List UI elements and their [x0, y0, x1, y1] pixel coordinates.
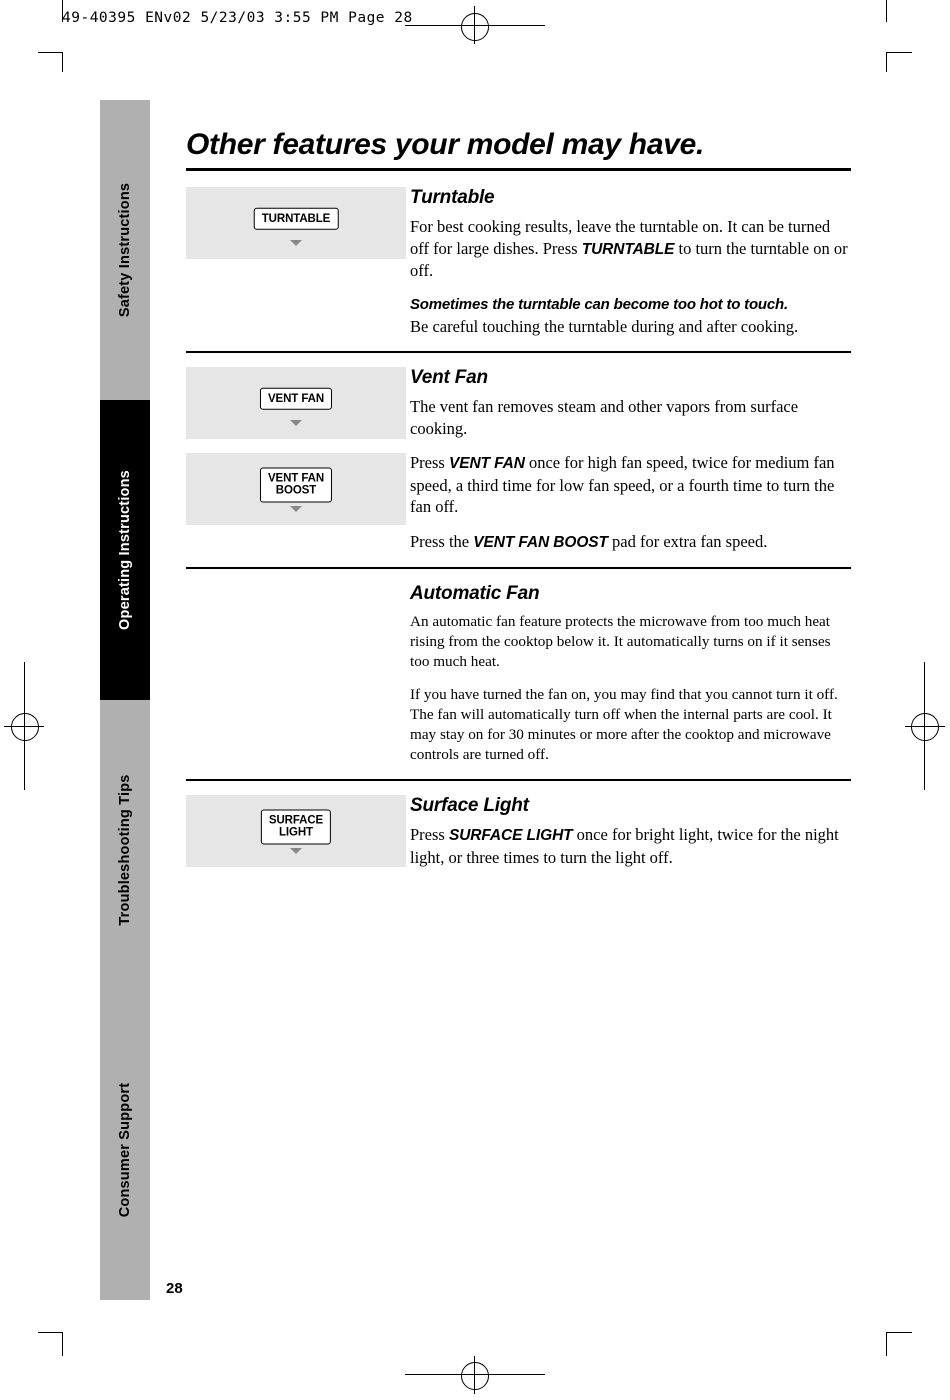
- section-vent-fan: VENT FAN VENT FAN BOOST Vent Fan The ven…: [186, 367, 851, 567]
- text-run: pad for extra fan speed.: [607, 531, 768, 551]
- crop-mark-left-vertical: [62, 52, 63, 72]
- print-header-text: 49-40395 ENv02 5/23/03 3:55 PM Page 28: [62, 10, 413, 26]
- section-divider: [186, 351, 851, 353]
- paragraph: If you have turned the fan on, you may f…: [410, 686, 838, 763]
- crop-mark-top-right-horizontal: [886, 52, 912, 53]
- registration-right-circle: [911, 713, 939, 741]
- crop-mark-top-left-horizontal: [38, 52, 62, 53]
- section-text: Surface Light Press SURFACE LIGHT once f…: [406, 795, 851, 868]
- pad-illustrations: TURNTABLE: [186, 187, 406, 273]
- sidebar-item-operating-instructions[interactable]: Operating Instructions: [100, 400, 150, 700]
- pad-key-label: SURFACE LIGHT: [260, 809, 332, 845]
- pad-reference: SURFACE LIGHT: [448, 827, 573, 844]
- paragraph: For best cooking results, leave the turn…: [410, 216, 851, 282]
- text-run: Press the: [410, 531, 474, 551]
- main-content: Other features your model may have. TURN…: [186, 128, 851, 895]
- pad-reference: VENT FAN: [448, 455, 525, 472]
- registration-bottom-circle: [461, 1362, 489, 1390]
- paragraph: Press the VENT FAN BOOST pad for extra f…: [410, 531, 851, 554]
- pad-reference: TURNTABLE: [581, 240, 675, 258]
- crop-mark-bottom-right-horizontal: [886, 1332, 912, 1333]
- section-heading-turntable: Turntable: [410, 187, 495, 208]
- crop-mark-bottom-left-vertical: [62, 1332, 63, 1356]
- pad-illustrations: VENT FAN VENT FAN BOOST: [186, 367, 406, 539]
- pointer-arrow-icon: [290, 506, 302, 512]
- sidebar-item-label: Troubleshooting Tips: [117, 774, 133, 926]
- pad-illustration-turntable: TURNTABLE: [186, 187, 406, 259]
- paragraph: An automatic fan feature protects the mi…: [410, 613, 831, 670]
- section-heading-automatic-fan: Automatic Fan: [410, 583, 540, 604]
- sidebar-item-label: Operating Instructions: [117, 470, 133, 630]
- section-turntable: TURNTABLE Turntable For best cooking res…: [186, 187, 851, 351]
- callout-warning: Sometimes the turntable can become too h…: [410, 295, 788, 313]
- registration-left-circle: [11, 713, 39, 741]
- pad-illustration-vent-fan-boost: VENT FAN BOOST: [186, 453, 406, 525]
- section-text: Turntable For best cooking results, leav…: [406, 187, 851, 337]
- registration-top-circle: [461, 13, 489, 41]
- crop-mark-right-vertical: [886, 52, 887, 72]
- pointer-arrow-icon: [290, 240, 302, 246]
- paragraph: The vent fan removes steam and other vap…: [410, 397, 799, 438]
- pad-key-label: VENT FAN BOOST: [259, 467, 333, 503]
- crop-mark-top-right-vertical: [886, 0, 887, 22]
- pad-illustration-vent-fan: VENT FAN: [186, 367, 406, 439]
- pointer-arrow-icon: [290, 420, 302, 426]
- section-surface-light: SURFACE LIGHT Surface Light Press SURFAC…: [186, 795, 851, 895]
- pad-illustration-surface-light: SURFACE LIGHT: [186, 795, 406, 867]
- sidebar-item-label: Safety Instructions: [117, 182, 133, 318]
- page-title: Other features your model may have.: [186, 128, 705, 161]
- pad-illustrations: SURFACE LIGHT: [186, 795, 406, 881]
- section-text: Automatic Fan An automatic fan feature p…: [406, 583, 851, 765]
- paragraph: Be careful touching the turntable during…: [410, 316, 799, 336]
- pointer-arrow-icon: [290, 848, 302, 854]
- sidebar-item-consumer-support[interactable]: Consumer Support: [100, 1000, 150, 1300]
- pad-key-label: TURNTABLE: [253, 207, 339, 230]
- paragraph: Press VENT FAN once for high fan speed, …: [410, 452, 851, 518]
- crop-mark-bottom-right-vertical: [886, 1332, 887, 1356]
- section-automatic-fan: Automatic Fan An automatic fan feature p…: [186, 583, 851, 779]
- section-divider: [186, 779, 851, 781]
- section-text: Vent Fan The vent fan removes steam and …: [406, 367, 851, 553]
- text-run: Press: [410, 825, 449, 844]
- pad-key-label: VENT FAN: [259, 387, 333, 410]
- sidebar-item-label: Consumer Support: [117, 1082, 133, 1218]
- text-run: Press: [410, 453, 449, 472]
- section-heading-vent-fan: Vent Fan: [410, 367, 488, 388]
- sidebar: Safety Instructions Operating Instructio…: [100, 100, 150, 1300]
- sidebar-item-troubleshooting-tips[interactable]: Troubleshooting Tips: [100, 700, 150, 1000]
- section-divider: [186, 567, 851, 569]
- crop-mark-bottom-left-horizontal: [38, 1332, 62, 1333]
- pad-reference: VENT FAN BOOST: [473, 533, 608, 551]
- paragraph: Press SURFACE LIGHT once for bright ligh…: [410, 824, 851, 868]
- page-number: 28: [166, 1280, 183, 1297]
- sidebar-item-safety-instructions[interactable]: Safety Instructions: [100, 100, 150, 400]
- title-divider: [186, 168, 851, 171]
- section-heading-surface-light: Surface Light: [410, 795, 529, 816]
